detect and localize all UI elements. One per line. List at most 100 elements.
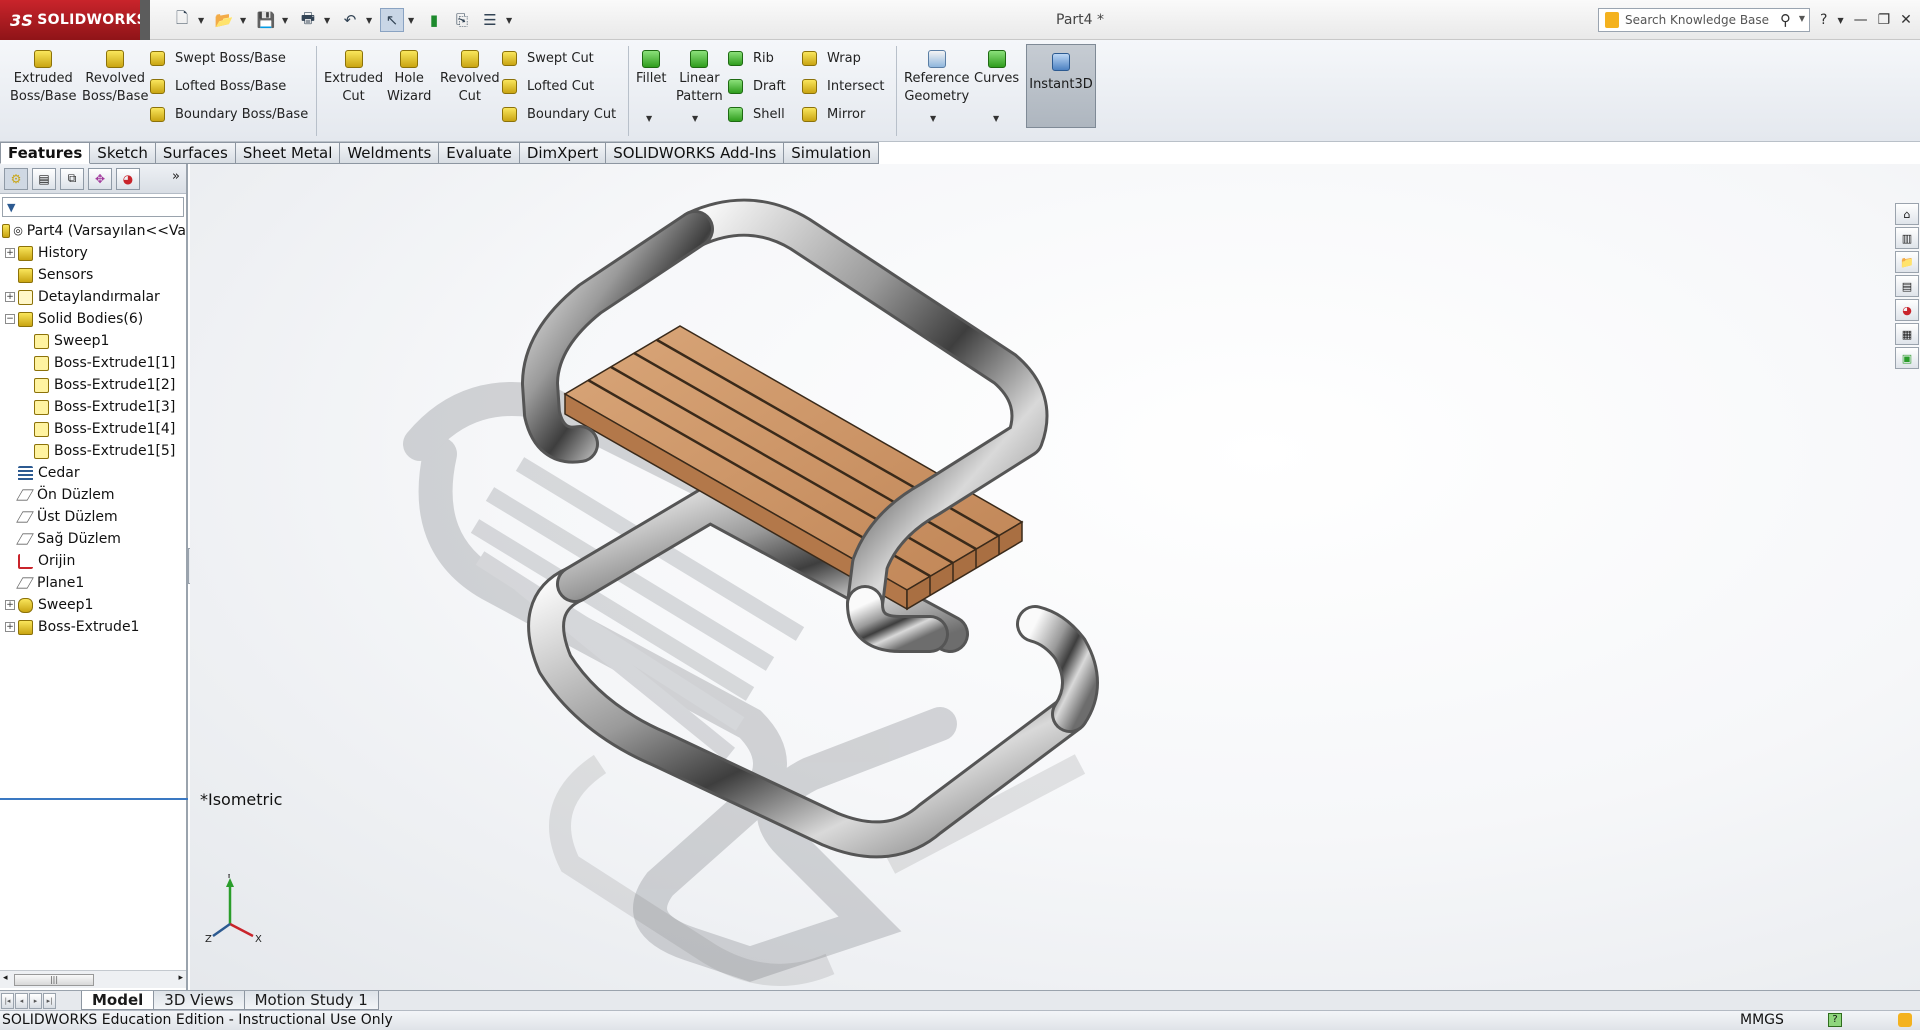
tab-simulation[interactable]: Simulation (784, 142, 880, 164)
menu-expand-arrow[interactable] (140, 0, 150, 40)
view-palette-icon[interactable]: ▤ (1895, 275, 1919, 297)
tree-item[interactable]: Plane1 (0, 572, 186, 594)
intersect-button[interactable]: Intersect (802, 74, 885, 98)
select-dropdown-arrow[interactable]: ▼ (408, 16, 418, 25)
tree-item[interactable]: Üst Düzlem (0, 506, 186, 528)
boundary-cut-button[interactable]: Boundary Cut (502, 102, 616, 126)
unit-system-selector[interactable]: MMGS (1740, 1011, 1784, 1030)
help-dropdown-arrow[interactable]: ▼ (1837, 16, 1843, 25)
revolved-cut-button[interactable]: Revolved Cut (440, 50, 500, 106)
view-orientation-icon[interactable]: ◈ (981, 164, 991, 165)
tree-item[interactable]: Sağ Düzlem (0, 528, 186, 550)
search-icon[interactable]: ⚲ (1780, 11, 1791, 29)
rebuild-icon[interactable]: ▮ (422, 8, 446, 32)
tab-solidworks-addins[interactable]: SOLIDWORKS Add-Ins (606, 142, 785, 164)
next-tab-arrow-icon[interactable]: ▸ (29, 992, 42, 1009)
tree-item[interactable]: + Detaylandırmalar (0, 286, 186, 308)
save-icon[interactable]: 💾 (254, 8, 278, 32)
tree-item[interactable]: + History (0, 242, 186, 264)
fillet-button[interactable]: Fillet (636, 50, 666, 88)
graphics-area[interactable]: ⊕ ⊞ ↸ ◧ ✎ ◈ ▣ 👁 ◕ ☁ ▦ ⊟ ⊞ — ❐ ✕ Y X Z *I… (190, 164, 1920, 990)
curves-dropdown-arrow[interactable]: ▼ (993, 114, 999, 123)
tree-filter-field[interactable]: ▼ (2, 197, 184, 217)
swept-boss-button[interactable]: Swept Boss/Base (150, 46, 286, 70)
tab-sheet-metal[interactable]: Sheet Metal (235, 142, 341, 164)
open-dropdown-arrow[interactable]: ▼ (240, 16, 250, 25)
configuration-manager-tab-icon[interactable]: ⧉ (60, 167, 84, 190)
draft-button[interactable]: Draft (728, 74, 786, 98)
minimize-icon[interactable]: — (1854, 12, 1868, 28)
extruded-cut-button[interactable]: Extruded Cut (324, 50, 383, 106)
select-pointer-icon[interactable]: ↖ (380, 8, 404, 32)
tree-item[interactable]: − Solid Bodies(6) (0, 308, 186, 330)
options-icon[interactable]: ☰ (478, 8, 502, 32)
tab-dimxpert[interactable]: DimXpert (519, 142, 607, 164)
tab-3d-views[interactable]: 3D Views (153, 991, 245, 1010)
custom-properties-icon[interactable]: ▦ (1895, 323, 1919, 345)
tree-item[interactable]: Boss-Extrude1[3] (0, 396, 186, 418)
lofted-cut-button[interactable]: Lofted Cut (502, 74, 594, 98)
scroll-left-arrow-icon[interactable]: ◂ (3, 973, 8, 983)
last-tab-arrow-icon[interactable]: ▸| (43, 992, 56, 1009)
edit-appearance-icon[interactable]: ◕ (1038, 164, 1049, 165)
tree-item[interactable]: + Sweep1 (0, 594, 186, 616)
reference-geometry-dropdown-arrow[interactable]: ▼ (930, 114, 936, 123)
tree-item[interactable]: Boss-Extrude1[5] (0, 440, 186, 462)
linear-pattern-dropdown-arrow[interactable]: ▼ (692, 114, 698, 123)
tree-item[interactable]: Boss-Extrude1[4] (0, 418, 186, 440)
solidworks-resources-icon[interactable]: ⌂ (1895, 203, 1919, 225)
wrap-button[interactable]: Wrap (802, 46, 861, 70)
scroll-thumb[interactable]: ||| (14, 974, 94, 986)
help-icon[interactable]: ? (1820, 12, 1827, 28)
lofted-boss-button[interactable]: Lofted Boss/Base (150, 74, 286, 98)
tree-item[interactable]: Orijin (0, 550, 186, 572)
dynamic-annotation-icon[interactable]: ✎ (964, 164, 975, 165)
instant3d-button[interactable]: Instant3D (1026, 44, 1096, 128)
new-document-icon[interactable]: 🗋 (170, 8, 194, 32)
tree-root-part[interactable]: ◎ Part4 (Varsayılan<<Va (0, 220, 186, 242)
tab-sketch[interactable]: Sketch (90, 142, 156, 164)
rollback-bar[interactable] (0, 798, 188, 800)
fillet-dropdown-arrow[interactable]: ▼ (646, 114, 652, 123)
file-explorer-icon[interactable]: 📁 (1895, 251, 1919, 273)
print-dropdown-arrow[interactable]: ▼ (324, 16, 334, 25)
help-status-icon[interactable]: ? (1828, 1013, 1842, 1027)
tab-evaluate[interactable]: Evaluate (439, 142, 520, 164)
search-knowledge-base[interactable]: Search Knowledge Base ⚲ ▼ (1598, 8, 1810, 32)
model-viewport[interactable] (190, 164, 1920, 990)
tree-item[interactable]: + Boss-Extrude1 (0, 616, 186, 638)
tab-motion-study-1[interactable]: Motion Study 1 (243, 991, 379, 1010)
design-library-icon[interactable]: ▥ (1895, 227, 1919, 249)
zoom-to-fit-icon[interactable]: ⊕ (895, 164, 906, 165)
expand-toggle-icon[interactable]: + (5, 248, 15, 258)
hide-show-items-icon[interactable]: 👁 (1015, 164, 1032, 165)
chevron-right-icon[interactable]: » (172, 169, 180, 184)
view-settings-icon[interactable]: ▦ (1074, 164, 1086, 165)
tree-item[interactable]: Boss-Extrude1[2] (0, 374, 186, 396)
tree-item[interactable]: Boss-Extrude1[1] (0, 352, 186, 374)
scroll-right-arrow-icon[interactable]: ▸ (178, 973, 183, 983)
expand-toggle-icon[interactable]: + (5, 292, 15, 302)
reference-geometry-button[interactable]: Reference Geometry (904, 50, 969, 106)
tab-weldments[interactable]: Weldments (340, 142, 440, 164)
swept-cut-button[interactable]: Swept Cut (502, 46, 594, 70)
undo-dropdown-arrow[interactable]: ▼ (366, 16, 376, 25)
print-icon[interactable]: 🖶 (296, 8, 320, 32)
apply-scene-icon[interactable]: ☁ (1055, 164, 1068, 165)
rebuild-status-icon[interactable] (1898, 1013, 1912, 1027)
feature-manager-tab-icon[interactable]: ⚙ (4, 167, 28, 190)
zoom-to-area-icon[interactable]: ⊞ (912, 164, 923, 165)
restore-icon[interactable]: ❐ (1878, 12, 1891, 28)
revolved-boss-button[interactable]: Revolved Boss/Base (82, 50, 148, 106)
open-folder-icon[interactable]: 📂 (212, 8, 236, 32)
first-tab-arrow-icon[interactable]: |◂ (1, 992, 14, 1009)
mirror-button[interactable]: Mirror (802, 102, 865, 126)
previous-view-icon[interactable]: ↸ (929, 164, 940, 165)
close-icon[interactable]: ✕ (1900, 12, 1912, 28)
extruded-boss-button[interactable]: Extruded Boss/Base (10, 50, 76, 106)
curves-button[interactable]: Curves (974, 50, 1019, 88)
new-dropdown-arrow[interactable]: ▼ (198, 16, 208, 25)
property-manager-tab-icon[interactable]: ▤ (32, 167, 56, 190)
tree-item[interactable]: Sweep1 (0, 330, 186, 352)
tree-item[interactable]: Ön Düzlem (0, 484, 186, 506)
